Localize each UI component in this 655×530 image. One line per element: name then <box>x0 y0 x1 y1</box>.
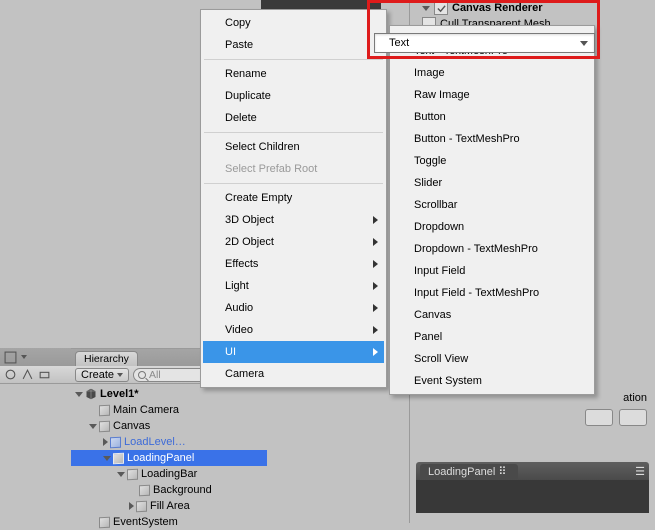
hierarchy-tree: Level1* Main Camera Canvas LoadLevel… Lo… <box>71 384 267 530</box>
unity-logo-icon <box>85 388 97 400</box>
scene-row[interactable]: Level1* <box>71 386 267 402</box>
chevron-down-icon <box>117 373 123 377</box>
foldout-icon <box>422 6 430 11</box>
gameobject-icon <box>110 436 121 448</box>
component-title: Canvas Renderer <box>452 2 543 14</box>
menu-item-paste[interactable]: Paste <box>203 34 384 56</box>
submenu-item-raw-image[interactable]: Raw Image <box>392 84 592 106</box>
menu-item-light[interactable]: Light <box>203 275 384 297</box>
gameobject-icon <box>99 516 110 528</box>
menu-item-create-empty[interactable]: Create Empty <box>203 187 384 209</box>
gameobject-icon <box>99 404 110 416</box>
gameobject-icon <box>99 420 110 432</box>
hierarchy-item-loadlevel[interactable]: LoadLevel… <box>71 434 267 450</box>
gameobject-icon <box>127 468 138 480</box>
submenu-arrow-icon <box>373 348 378 356</box>
submenu-arrow-icon <box>373 304 378 312</box>
hierarchy-item-eventsystem[interactable]: EventSystem <box>71 514 267 530</box>
foldout-icon <box>103 438 108 446</box>
preview-area <box>416 480 649 513</box>
menu-item-3d-object[interactable]: 3D Object <box>203 209 384 231</box>
submenu-arrow-icon <box>373 216 378 224</box>
menu-item-camera[interactable]: Camera <box>203 363 384 385</box>
preview-tabbar: LoadingPanel ⠿ ☰ <box>416 462 649 480</box>
hierarchy-item-loadingbar[interactable]: LoadingBar <box>71 466 267 482</box>
menu-item-ui[interactable]: UI <box>203 341 384 363</box>
mini-toolbar <box>0 348 71 384</box>
menu-separator <box>204 183 383 184</box>
hierarchy-item-main-camera[interactable]: Main Camera <box>71 402 267 418</box>
menu-item-delete[interactable]: Delete <box>203 107 384 129</box>
submenu-arrow-icon <box>373 238 378 246</box>
inspector-small-button-1[interactable] <box>585 409 613 426</box>
submenu-item-dropdown-tmp[interactable]: Dropdown - TextMeshPro <box>392 238 592 260</box>
hierarchy-item-fillarea[interactable]: Fill Area <box>71 498 267 514</box>
hierarchy-item-loadingpanel[interactable]: LoadingPanel <box>71 450 267 466</box>
submenu-item-panel[interactable]: Panel <box>392 326 592 348</box>
menu-item-video[interactable]: Video <box>203 319 384 341</box>
submenu-item-image[interactable]: Image <box>392 62 592 84</box>
gameobject-icon <box>136 500 147 512</box>
submenu-item-scrollbar[interactable]: Scrollbar <box>392 194 592 216</box>
menu-item-select-prefab-root: Select Prefab Root <box>203 158 384 180</box>
submenu-item-input-field[interactable]: Input Field <box>392 260 592 282</box>
submenu-arrow-icon <box>373 260 378 268</box>
foldout-icon <box>89 424 97 429</box>
foldout-icon <box>117 472 125 477</box>
submenu-item-event-system[interactable]: Event System <box>392 370 592 392</box>
submenu-item-button[interactable]: Button <box>392 106 592 128</box>
submenu-item-canvas[interactable]: Canvas <box>392 304 592 326</box>
foldout-icon <box>103 456 111 461</box>
submenu-item-scroll-view[interactable]: Scroll View <box>392 348 592 370</box>
chevron-down-icon <box>580 41 588 46</box>
menu-item-effects[interactable]: Effects <box>203 253 384 275</box>
submenu-item-input-field-tmp[interactable]: Input Field - TextMeshPro <box>392 282 592 304</box>
menu-item-duplicate[interactable]: Duplicate <box>203 85 384 107</box>
submenu-item-button-tmp[interactable]: Button - TextMeshPro <box>392 128 592 150</box>
submenu-arrow-icon <box>373 282 378 290</box>
context-menu: Copy Paste Rename Duplicate Delete Selec… <box>200 9 387 388</box>
pin-icon: ⠿ <box>498 466 506 478</box>
panel-options-icon[interactable]: ☰ <box>635 465 645 478</box>
hierarchy-item-background[interactable]: Background <box>71 482 267 498</box>
submenu-item-text[interactable]: Text <box>374 33 595 53</box>
preview-tab[interactable]: LoadingPanel ⠿ <box>420 464 518 479</box>
submenu-item-slider[interactable]: Slider <box>392 172 592 194</box>
menu-item-copy[interactable]: Copy <box>203 12 384 34</box>
truncated-label: ation <box>623 392 647 404</box>
menu-item-rename[interactable]: Rename <box>203 63 384 85</box>
gameobject-icon <box>139 484 150 496</box>
search-icon <box>138 371 146 379</box>
inspector-small-button-2[interactable] <box>619 409 647 426</box>
component-header[interactable]: Canvas Renderer <box>422 0 647 16</box>
component-enable-checkbox[interactable] <box>434 1 448 15</box>
dropdown-icon[interactable] <box>21 355 27 359</box>
foldout-icon <box>75 392 83 397</box>
hierarchy-tab[interactable]: Hierarchy <box>75 351 138 366</box>
submenu-item-dropdown[interactable]: Dropdown <box>392 216 592 238</box>
menu-separator <box>204 59 383 60</box>
menu-separator <box>204 132 383 133</box>
tool-icon-2[interactable] <box>4 368 17 381</box>
ui-submenu: Text - TextMeshPro Image Raw Image Butto… <box>389 25 595 395</box>
tool-icon-4[interactable] <box>38 368 51 381</box>
menu-item-2d-object[interactable]: 2D Object <box>203 231 384 253</box>
menu-item-audio[interactable]: Audio <box>203 297 384 319</box>
tool-icon-3[interactable] <box>21 368 34 381</box>
foldout-icon <box>129 502 134 510</box>
create-dropdown[interactable]: Create <box>75 368 129 382</box>
menu-item-select-children[interactable]: Select Children <box>203 136 384 158</box>
tool-icon-1[interactable] <box>4 351 17 364</box>
hierarchy-item-canvas[interactable]: Canvas <box>71 418 267 434</box>
gameobject-icon <box>113 452 124 464</box>
submenu-arrow-icon <box>373 326 378 334</box>
submenu-item-toggle[interactable]: Toggle <box>392 150 592 172</box>
